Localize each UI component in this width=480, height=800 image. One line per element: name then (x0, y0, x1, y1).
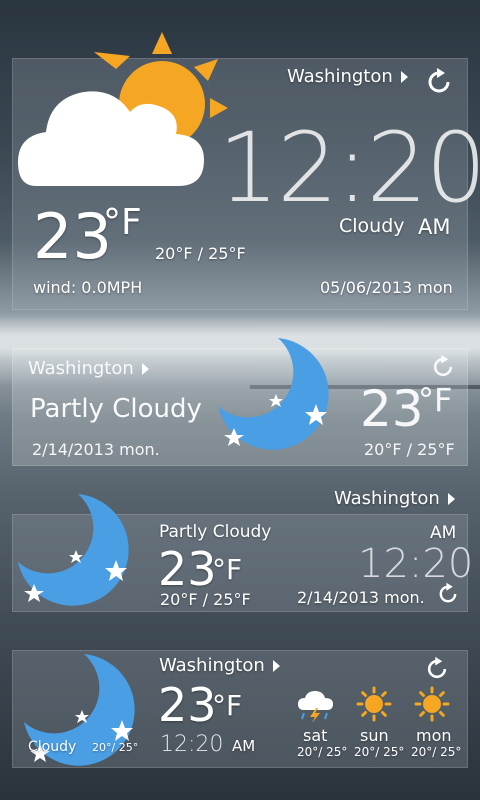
forecast-day-label: sun (360, 726, 389, 745)
date-label: 05/06/2013 mon (320, 278, 453, 297)
ampm-label: AM (430, 523, 457, 543)
moon-stars-icon (218, 338, 329, 450)
ampm-label: AM (232, 737, 256, 755)
wind-label: wind: 0.0MPH (33, 278, 143, 297)
city-label: Washington (287, 66, 393, 87)
city-label: Washington (159, 655, 265, 676)
city-name-link[interactable]: Washington (28, 360, 149, 378)
sun-icon (356, 686, 392, 722)
condition-label: Partly Cloudy (159, 522, 272, 542)
temp-range: 20°/ 25° (92, 741, 139, 754)
condition-label: Cloudy (28, 739, 77, 755)
clock-time: 12:20 (160, 732, 224, 757)
forecast-day-label: mon (416, 726, 452, 745)
forecast-range: 20°/ 25° (354, 745, 405, 759)
chevron-right-icon (447, 493, 455, 505)
temp-range: 20°F / 25°F (155, 244, 246, 263)
refresh-icon[interactable] (424, 656, 450, 682)
sun-behind-cloud-icon (18, 32, 228, 186)
city-name-link[interactable]: Washington (287, 68, 408, 86)
forecast-day-label: sat (303, 726, 328, 745)
forecast-range: 20°/ 25° (297, 745, 348, 759)
city-name-link[interactable]: Washington (159, 657, 280, 675)
clock-time: 12:20 (358, 541, 474, 587)
city-label: Washington (334, 488, 440, 509)
refresh-icon[interactable] (424, 67, 454, 97)
city-label: Washington (28, 358, 134, 379)
ampm-label: AM (418, 215, 451, 239)
temperature-value: 23 (158, 678, 217, 732)
refresh-icon[interactable] (436, 582, 460, 606)
temperature-unit: °F (103, 202, 142, 243)
condition-label: Partly Cloudy (30, 394, 202, 424)
date-label: 2/14/2013 mon. (297, 588, 425, 607)
temperature-unit: °F (418, 381, 453, 419)
temperature-value: 23 (158, 542, 217, 596)
date-label: 2/14/2013 mon. (32, 440, 160, 459)
temperature-unit: °F (212, 689, 243, 722)
forecast-range: 20°/ 25° (411, 745, 462, 759)
refresh-icon[interactable] (430, 354, 456, 380)
temperature-value: 23 (360, 380, 424, 438)
temp-range: 20°F / 25°F (364, 440, 455, 459)
thunderstorm-icon (298, 691, 333, 723)
condition-label: Cloudy (339, 215, 405, 237)
temp-range: 20°F / 25°F (160, 590, 251, 609)
chevron-right-icon (400, 71, 408, 83)
chevron-right-icon (272, 660, 280, 672)
temperature-value: 23 (33, 200, 112, 273)
moon-stars-icon (18, 494, 129, 606)
clock-time: 12:20 (218, 112, 480, 224)
chevron-right-icon (141, 363, 149, 375)
temperature-unit: °F (212, 553, 243, 586)
city-name-link[interactable]: Washington (334, 490, 455, 508)
sun-icon (414, 686, 450, 722)
